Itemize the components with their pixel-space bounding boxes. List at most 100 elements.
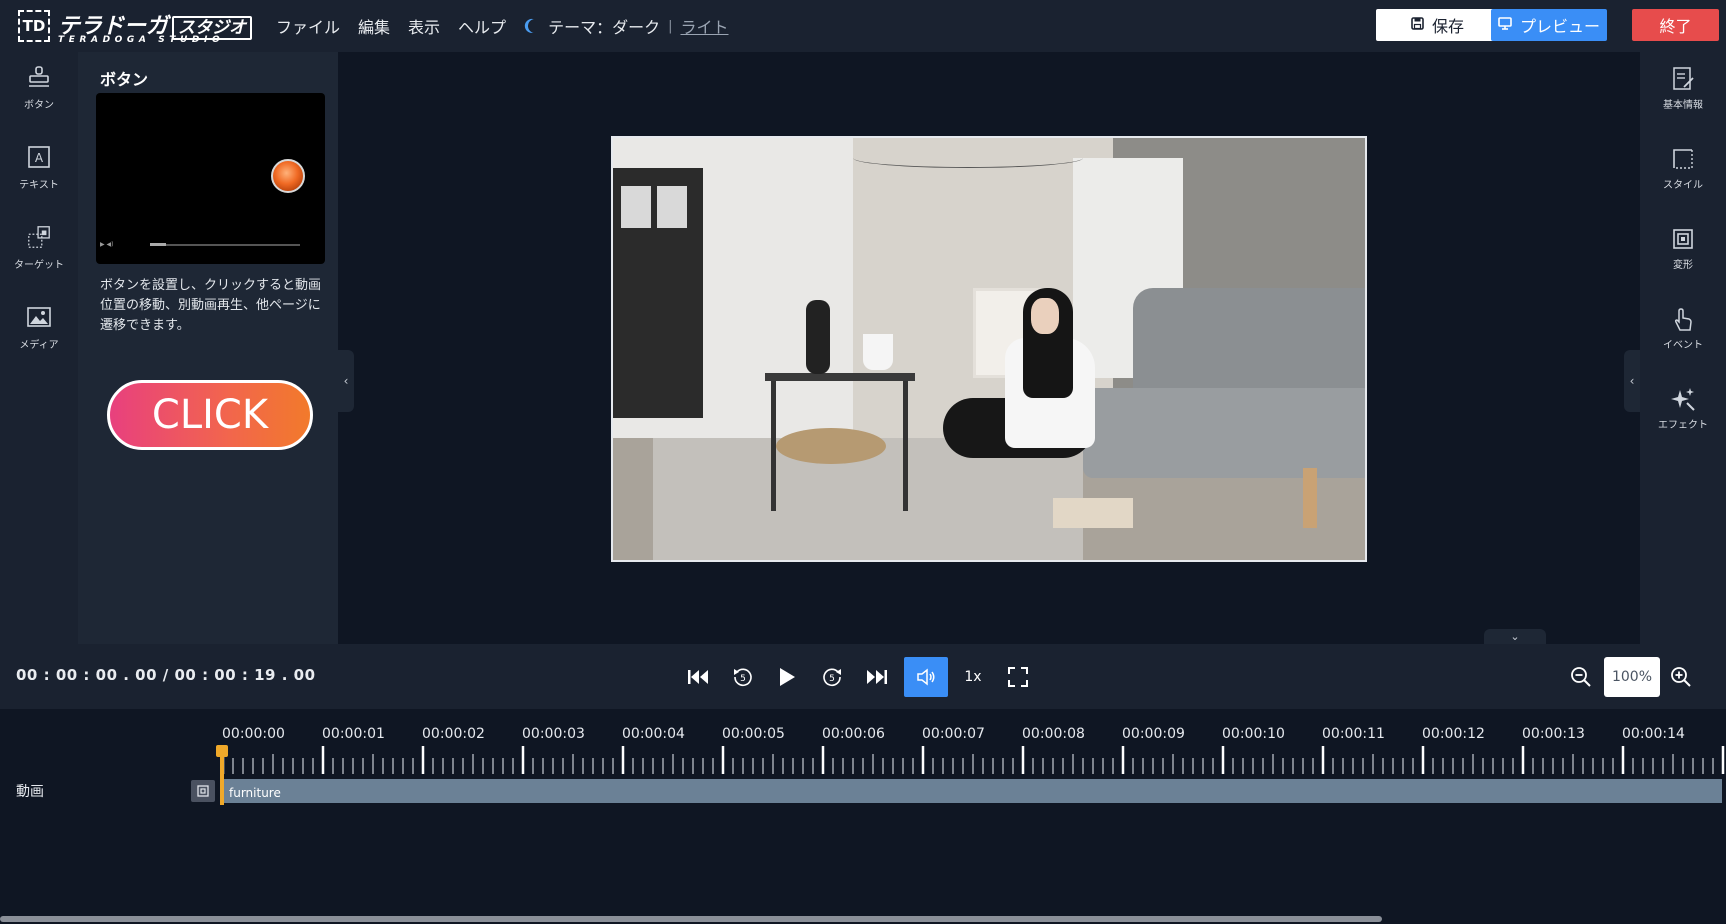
playback-speed-button[interactable]: 1x [953,657,993,697]
zoom-in-button[interactable] [1661,657,1701,697]
button-preview-thumbnail: ▶ ◀) [96,93,325,264]
rail-item-event[interactable]: イベント [1640,292,1726,372]
timeline-tick-label: 00:00:06 [822,726,885,742]
image-icon [26,304,52,330]
timecode-display: 00 : 00 : 00 . 00 / 00 : 00 : 19 . 00 [16,666,316,684]
rewind-5s-icon: 5 [734,668,752,687]
skip-to-end-button[interactable] [857,657,897,697]
fullscreen-button[interactable] [998,657,1038,697]
left-tool-rail: ボタン A テキスト ターゲット メディア [0,52,78,644]
rewind-5s-button[interactable]: 5 [723,657,763,697]
rail-item-label: ターゲット [14,260,64,271]
preview-player-bar: ▶ ◀) [100,241,321,248]
timeline-horizontal-scrollbar[interactable] [0,916,1382,922]
panel-title: ボタン [100,70,149,89]
orb-button-icon [271,159,305,193]
theme-dark-option[interactable]: ダーク [612,14,660,38]
timeline-tick-label: 00:00:12 [1422,726,1485,742]
main-menu: ファイル 編集 表示 ヘルプ テーマ： ダーク | ライト [276,14,729,38]
volume-button[interactable] [904,657,948,697]
save-button-label: 保存 [1431,17,1464,36]
button-panel: ボタン ▶ ◀) ボタンを設置し、クリックすると動画位置の移動、別動画再生、他ペ… [78,52,338,644]
zoom-out-button[interactable] [1561,657,1601,697]
theme-switcher: テーマ： ダーク | ライト [524,14,728,38]
svg-text:5: 5 [740,674,746,684]
rail-item-label: メディア [19,340,59,351]
logo-mark-icon: TD [18,10,50,42]
scene-table [765,373,915,381]
menu-file[interactable]: ファイル [276,14,340,38]
play-icon [780,668,795,686]
timeline-zoom-value[interactable]: 100% [1604,657,1660,697]
right-properties-rail: 基本情報 スタイル 変形 イベント エフェクト [1640,52,1726,644]
stamp-icon [26,64,52,90]
scene-door [613,168,703,418]
quit-button[interactable]: 終了 [1632,9,1719,41]
save-button[interactable]: 保存 [1376,9,1499,41]
collapse-right-panel-button[interactable]: ‹ [1624,350,1640,412]
theme-light-option[interactable]: ライト [680,14,728,38]
rail-item-button[interactable]: ボタン [0,52,78,132]
speaker-icon [917,668,935,686]
rail-item-media[interactable]: メディア [0,292,78,372]
moon-icon [526,17,544,35]
logo-subtitle: TERADOGA STUDIO [58,35,225,45]
skip-to-start-button[interactable] [678,657,718,697]
svg-text:A: A [35,151,44,165]
rail-item-transform[interactable]: 変形 [1640,212,1726,292]
forward-5s-button[interactable]: 5 [812,657,852,697]
chevron-left-icon: ‹ [1629,374,1635,388]
rail-item-basic-info[interactable]: 基本情報 [1640,52,1726,132]
top-bar: TD テラドーガ スタジオ TERADOGA STUDIO ファイル 編集 表示 … [0,0,1726,52]
rail-item-label: スタイル [1663,180,1703,191]
app-root: TD テラドーガ スタジオ TERADOGA STUDIO ファイル 編集 表示 … [0,0,1726,924]
svg-text:5: 5 [829,674,835,684]
rail-item-target[interactable]: ターゲット [0,212,78,292]
rail-item-style[interactable]: スタイル [1640,132,1726,212]
collapse-left-panel-button[interactable]: ‹ [338,350,354,412]
menu-help[interactable]: ヘルプ [458,14,506,38]
rail-item-text[interactable]: A テキスト [0,132,78,212]
total-time: 00 : 00 : 19 . 00 [174,666,316,684]
transform-icon [1670,226,1696,252]
quit-button-label: 終了 [1659,17,1692,36]
chevron-down-icon: ⌄ [1510,630,1520,643]
collapse-timeline-button[interactable]: ⌄ [1484,629,1546,644]
zoom-in-icon [1671,667,1691,687]
track-type-icon[interactable] [191,780,215,802]
playhead-handle[interactable] [216,745,228,757]
timeline: 00:00:00 00:00:01 00:00:02 00:00:03 00:00:04… [0,709,1726,924]
timeline-tick-label: 00:00:00 [222,726,285,742]
timeline-tick-label: 00:00:03 [522,726,585,742]
menu-edit[interactable]: 編集 [358,14,390,38]
play-button[interactable] [767,657,807,697]
app-logo[interactable]: TD テラドーガ スタジオ TERADOGA STUDIO [18,8,253,45]
zoom-out-icon [1571,667,1591,687]
timeline-tick-label: 00:00:05 [722,726,785,742]
rail-item-label: イベント [1663,340,1703,351]
clip-name: furniture [229,786,281,800]
fullscreen-icon [1008,667,1028,687]
timeline-tick-label: 00:00:11 [1322,726,1385,742]
monitor-icon [1498,16,1512,34]
click-button-template[interactable]: CLICK [107,380,313,450]
text-box-icon: A [26,144,52,170]
timeline-tick-label: 00:00:08 [1022,726,1085,742]
timeline-tick-label: 00:00:14 [1622,726,1685,742]
scene-books [1053,498,1133,528]
menu-view[interactable]: 表示 [408,14,440,38]
rail-item-label: ボタン [24,100,54,111]
preview-seek-fill [150,243,166,246]
scene-sofa-leg [1303,468,1317,528]
timeline-tick-label: 00:00:09 [1122,726,1185,742]
timeline-ruler[interactable] [222,746,1726,776]
scene-basket [776,428,886,464]
preview-button[interactable]: プレビュー [1491,9,1607,41]
forward-5s-icon: 5 [823,668,841,687]
rail-item-effect[interactable]: エフェクト [1640,372,1726,452]
floppy-disk-icon [1411,16,1424,34]
playback-controls: 00 : 00 : 00 . 00 / 00 : 00 : 19 . 00 5 … [0,644,1726,709]
video-canvas[interactable] [611,136,1367,562]
scene-cup [863,334,893,370]
timeline-clip[interactable]: furniture [222,779,1722,803]
